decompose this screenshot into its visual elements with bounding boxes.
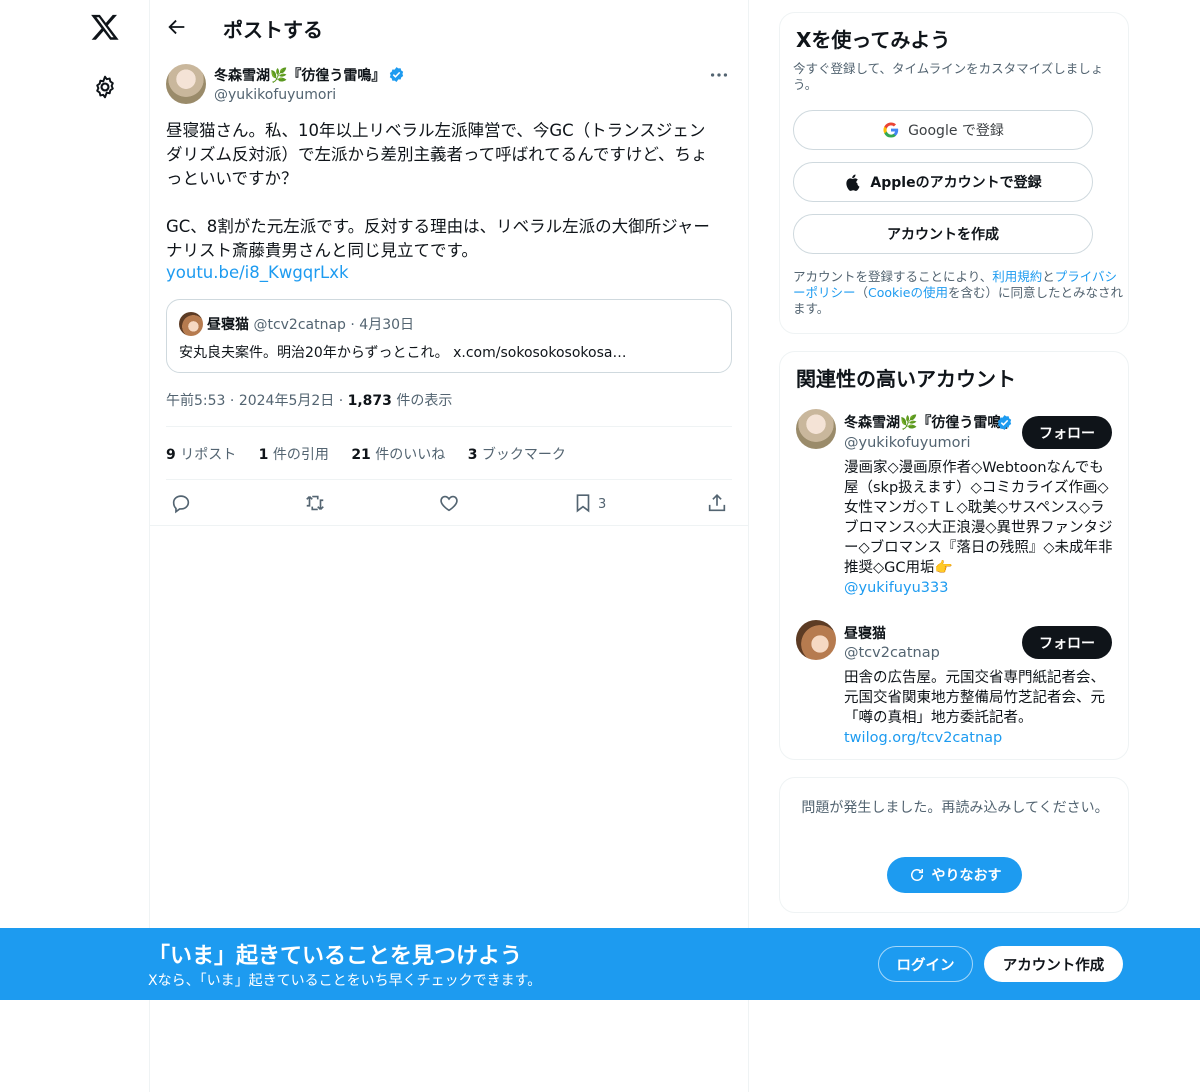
verified-badge-icon — [997, 415, 1012, 430]
related-bio-link[interactable]: @yukifuyu333 — [844, 580, 948, 596]
related-bio-text: 田舎の広告屋。元国交省専門紙記者会、元国交省関東地方整備局竹芝記者会、元「噂の真… — [844, 670, 1105, 726]
x-logo-icon[interactable] — [90, 12, 120, 42]
banner-title: 「いま」起きていることを見つけよう — [148, 944, 523, 969]
related-handle[interactable]: @tcv2catnap — [844, 645, 940, 661]
views-label: 件の表示 — [396, 393, 453, 409]
legal-text-2: と — [1042, 269, 1055, 284]
google-signup-label: Google で登録 — [908, 123, 1004, 139]
verified-badge-icon — [390, 67, 404, 82]
author-name-text[interactable]: 冬森雪湖🌿『彷徨う雷鳴』 — [214, 68, 385, 84]
tweet-text: 昼寝猫さん。私、10年以上リベラル左派陣営で、今GC（トランスジェン ダリズム反… — [166, 121, 710, 260]
terms-link[interactable]: 利用規約 — [992, 269, 1042, 284]
related-name-text[interactable]: 冬森雪湖🌿『彷徨う雷鳴』 — [844, 415, 1014, 431]
share-icon[interactable] — [706, 492, 728, 514]
google-icon — [883, 122, 899, 138]
related-bio-text: 漫画家◇漫画原作者◇Webtoonなんでも屋（skp扱えます）◇コミカライズ作画… — [844, 460, 1113, 576]
related-bio: 田舎の広告屋。元国交省専門紙記者会、元国交省関東地方整備局竹芝記者会、元「噂の真… — [844, 668, 1114, 748]
likes-stat[interactable]: 21 件のいいね — [351, 447, 445, 463]
signup-button[interactable]: アカウント作成 — [984, 946, 1123, 982]
quoted-text: 安丸良夫案件。明治20年からずっとこれ。 x.com/sokosokosokos… — [179, 345, 627, 361]
tweet-time[interactable]: 午前5:53 — [166, 393, 225, 409]
tweet-meta: 午前5:53 · 2024年5月2日 · 1,873 件の表示 — [166, 390, 452, 410]
quoted-date: 4月30日 — [359, 317, 415, 333]
quoted-header: 昼寝猫 @tcv2catnap · 4月30日 — [207, 314, 414, 334]
likes-label: 件のいいね — [375, 447, 446, 463]
apple-signup-button[interactable]: Appleのアカウントで登録 — [793, 162, 1093, 202]
tweet-date[interactable]: 2024年5月2日 — [239, 393, 334, 409]
gear-icon[interactable] — [92, 74, 118, 100]
retry-label: やりなおす — [931, 868, 1002, 884]
bookmark-icon[interactable] — [572, 492, 594, 514]
related-handle[interactable]: @yukikofuyumori — [844, 435, 971, 451]
signup-card: Xを使ってみよう 今すぐ登録して、タイムラインをカスタマイズしましょう。 Goo… — [779, 12, 1129, 334]
page-title: ポストする — [223, 18, 323, 42]
tweet-link[interactable]: youtu.be/i8_KwgqrLxk — [166, 263, 349, 282]
divider — [166, 426, 732, 427]
bookmarks-stat[interactable]: 3 ブックマーク — [468, 447, 566, 463]
refresh-icon — [910, 869, 923, 881]
top-bar: ポストする — [150, 0, 748, 54]
likes-count: 21 — [351, 447, 371, 463]
banner-subtitle: Xなら、「いま」起きていることをいち早くチェックできます。 — [148, 973, 542, 989]
bookmark-count: 3 — [598, 497, 607, 512]
bookmarks-label: ブックマーク — [481, 447, 566, 463]
quotes-count: 1 — [258, 447, 269, 463]
reply-icon[interactable] — [170, 492, 192, 514]
tweet-stats: 9 リポスト 1 件の引用 21 件のいいね 3 ブックマーク — [166, 444, 584, 464]
bookmarks-count: 3 — [467, 447, 478, 463]
related-accounts-card: 関連性の高いアカウント 冬森雪湖🌿『彷徨う雷鳴』 @yukikofuyumori… — [779, 351, 1129, 760]
reposts-label: リポスト — [180, 447, 237, 463]
views-count: 1,873 — [347, 393, 392, 409]
legal-text-3: （ — [855, 285, 869, 300]
related-name[interactable]: 昼寝猫 — [844, 623, 1014, 643]
quotes-label: 件の引用 — [272, 447, 329, 463]
follow-button[interactable]: フォロー — [1022, 416, 1112, 449]
retry-button[interactable]: やりなおす — [887, 857, 1022, 893]
quoted-separator: · — [350, 317, 355, 333]
error-message: 問題が発生しました。再読み込みしてください。 — [801, 800, 1109, 816]
related-name[interactable]: 冬森雪湖🌿『彷徨う雷鳴』 — [844, 412, 1014, 432]
author-avatar[interactable] — [166, 64, 206, 104]
related-avatar[interactable] — [796, 620, 836, 660]
related-avatar[interactable] — [796, 409, 836, 449]
quoted-tweet[interactable]: 昼寝猫 @tcv2catnap · 4月30日 安丸良夫案件。明治20年からずっ… — [166, 299, 732, 373]
reposts-stat[interactable]: 9 リポスト — [166, 447, 236, 463]
legal-text-1: アカウントを登録することにより、 — [793, 269, 993, 284]
legal-notice: アカウントを登録することにより、利用規約とプライバシーポリシー（Cookieの使… — [793, 269, 1123, 317]
related-title: 関連性の高いアカウント — [796, 367, 1016, 391]
signup-title: Xを使ってみよう — [796, 28, 951, 52]
like-icon[interactable] — [438, 492, 460, 514]
related-bio-link[interactable]: twilog.org/tcv2catnap — [844, 730, 1002, 746]
quoted-author-handle: @tcv2catnap — [253, 317, 346, 333]
cookie-link[interactable]: Cookieの使用 — [868, 285, 948, 300]
author-handle[interactable]: @yukikofuyumori — [214, 87, 336, 103]
related-bio: 漫画家◇漫画原作者◇Webtoonなんでも屋（skp扱えます）◇コミカライズ作画… — [844, 458, 1114, 598]
create-account-label: アカウントを作成 — [887, 227, 999, 243]
meta-separator: · — [338, 393, 344, 409]
repost-icon[interactable] — [304, 492, 326, 514]
signup-subtitle: 今すぐ登録して、タイムラインをカスタマイズしましょう。 — [793, 61, 1104, 92]
follow-button[interactable]: フォロー — [1022, 626, 1112, 659]
quotes-stat[interactable]: 1 件の引用 — [259, 447, 329, 463]
apple-icon — [846, 174, 860, 191]
meta-separator: · — [229, 393, 235, 409]
login-banner: 「いま」起きていることを見つけよう Xなら、「いま」起きていることをいち早くチェ… — [0, 928, 1200, 1000]
more-options-icon[interactable] — [708, 66, 730, 84]
tweet-actions: 3 — [150, 480, 748, 526]
reposts-count: 9 — [166, 447, 176, 463]
author-name[interactable]: 冬森雪湖🌿『彷徨う雷鳴』 — [214, 65, 405, 85]
quoted-avatar — [179, 312, 203, 336]
google-signup-button[interactable]: Google で登録 — [793, 110, 1093, 150]
back-arrow-icon[interactable] — [166, 16, 188, 38]
quoted-author-name: 昼寝猫 — [207, 317, 249, 333]
login-button[interactable]: ログイン — [878, 946, 973, 982]
create-account-button[interactable]: アカウントを作成 — [793, 214, 1093, 254]
apple-signup-label: Appleのアカウントで登録 — [870, 175, 1042, 191]
error-card: 問題が発生しました。再読み込みしてください。 やりなおす — [779, 777, 1129, 913]
